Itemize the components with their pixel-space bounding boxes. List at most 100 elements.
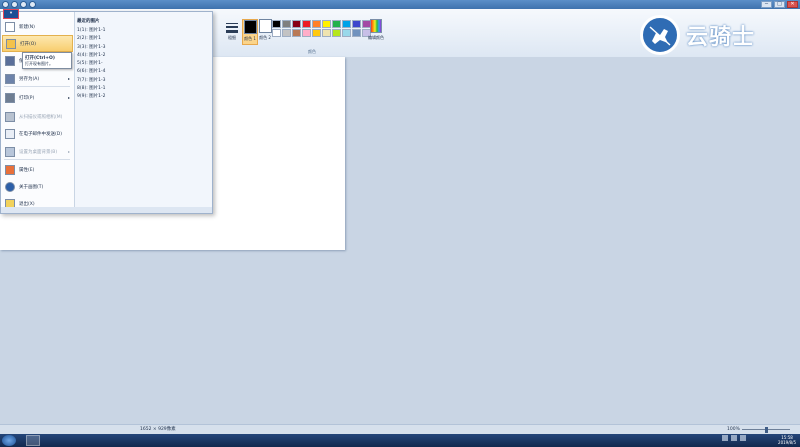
printer-icon bbox=[5, 92, 15, 103]
menu-item-label: 退出(X) bbox=[19, 201, 35, 207]
palette-swatch[interactable] bbox=[292, 20, 301, 28]
menu-item-label: 另存为(A) bbox=[19, 76, 40, 82]
redo-icon[interactable] bbox=[29, 1, 36, 8]
menu-item-label: 在电子邮件中发送(D) bbox=[19, 131, 62, 137]
palette-swatch[interactable] bbox=[352, 29, 361, 37]
taskbar: 15:58 2019/8/5 bbox=[0, 434, 800, 447]
quick-access-toolbar bbox=[2, 1, 36, 8]
save-as-icon bbox=[5, 73, 15, 84]
menu-separator bbox=[4, 86, 70, 87]
palette-swatch[interactable] bbox=[272, 20, 281, 28]
new-file-icon bbox=[5, 21, 15, 32]
palette-swatch[interactable] bbox=[302, 29, 311, 37]
palette-swatch[interactable] bbox=[282, 29, 291, 37]
color1-swatch bbox=[243, 20, 257, 34]
submenu-arrow-icon: ▸ bbox=[67, 95, 70, 100]
recent-item[interactable]: 2(2): 图片1 bbox=[77, 35, 106, 43]
recent-pictures: 最近的图片 1(1): 图片1-1 2(2): 图片1 3(3): 图片1-3 4(4… bbox=[77, 18, 106, 102]
menu-item-save-as[interactable]: 另存为(A) ▸ bbox=[2, 70, 73, 87]
clock[interactable]: 15:58 2019/8/5 bbox=[778, 435, 796, 445]
palette-swatch[interactable] bbox=[302, 20, 311, 28]
palette-swatch[interactable] bbox=[342, 29, 351, 37]
checkmark-icon bbox=[5, 164, 15, 175]
open-folder-icon bbox=[6, 38, 16, 49]
info-icon bbox=[5, 181, 15, 192]
save-quick-icon[interactable] bbox=[11, 1, 18, 8]
edit-colors-icon bbox=[370, 19, 382, 33]
palette-swatch[interactable] bbox=[292, 29, 301, 37]
volume-icon[interactable] bbox=[740, 435, 746, 441]
title-bar: ─ □ ✕ bbox=[0, 0, 800, 9]
menu-item-label: 打开(O) bbox=[20, 41, 37, 47]
network-icon[interactable] bbox=[731, 435, 737, 441]
color1-label: 颜色 1 bbox=[244, 36, 256, 41]
desktop-icon bbox=[5, 146, 15, 157]
color-palette bbox=[272, 20, 371, 37]
file-menu: 新建(N)打开(O)保存(S)另存为(A)▸打印(P)▸从扫描仪或照相机(M)在… bbox=[0, 11, 213, 214]
undo-icon[interactable] bbox=[20, 1, 27, 8]
palette-swatch[interactable] bbox=[322, 20, 331, 28]
flag-icon[interactable] bbox=[722, 435, 728, 441]
palette-swatch[interactable] bbox=[272, 29, 281, 37]
recent-item[interactable]: 1(1): 图片1-1 bbox=[77, 27, 106, 35]
taskbar-paint-button[interactable] bbox=[26, 435, 40, 446]
app-icon[interactable] bbox=[2, 1, 9, 8]
menu-item-label: 关于画图(T) bbox=[19, 184, 44, 190]
zoom-slider-thumb[interactable] bbox=[765, 427, 768, 433]
recent-item[interactable]: 9(9): 图片1-2 bbox=[77, 93, 106, 101]
thickness-button[interactable]: 粗细 bbox=[224, 21, 240, 41]
edit-colors-button[interactable]: 编辑颜色 bbox=[364, 19, 388, 41]
menu-separator bbox=[4, 159, 70, 160]
window-controls: ─ □ ✕ bbox=[761, 1, 798, 8]
logo-text: 云骑士 bbox=[686, 25, 756, 50]
menu-item-label: 新建(N) bbox=[19, 24, 35, 30]
palette-swatch[interactable] bbox=[322, 29, 331, 37]
palette-swatch[interactable] bbox=[352, 20, 361, 28]
recent-item[interactable]: 5(5): 图片1- bbox=[77, 60, 106, 68]
knight-logo-icon bbox=[640, 15, 680, 55]
recent-item[interactable]: 6(6): 图片1-4 bbox=[77, 68, 106, 76]
menu-item-scanner[interactable]: 从扫描仪或照相机(M) bbox=[2, 108, 73, 125]
color2-label: 颜色 2 bbox=[259, 35, 271, 40]
file-menu-commands: 新建(N)打开(O)保存(S)另存为(A)▸打印(P)▸从扫描仪或照相机(M)在… bbox=[1, 12, 75, 209]
menu-item-email[interactable]: 在电子邮件中发送(D) bbox=[2, 125, 73, 142]
minimize-button[interactable]: ─ bbox=[761, 1, 772, 8]
menu-item-open-folder[interactable]: 打开(O) bbox=[2, 35, 73, 52]
menu-item-desktop[interactable]: 设置为桌面背景(B) ▸ bbox=[2, 143, 73, 160]
close-button[interactable]: ✕ bbox=[787, 1, 798, 8]
palette-swatch[interactable] bbox=[342, 20, 351, 28]
recent-item[interactable]: 3(3): 图片1-3 bbox=[77, 44, 106, 52]
palette-swatch[interactable] bbox=[332, 29, 341, 37]
thickness-icon bbox=[224, 23, 240, 33]
menu-item-label: 设置为桌面背景(B) bbox=[19, 149, 58, 155]
menu-item-info[interactable]: 关于画图(T) bbox=[2, 178, 73, 195]
color1-button[interactable]: 颜色 1 bbox=[242, 19, 258, 45]
recent-item[interactable]: 4(4): 图片1-2 bbox=[77, 52, 106, 60]
color2-button[interactable]: 颜色 2 bbox=[258, 19, 272, 41]
open-tooltip: 打开(Ctrl+O) 打开现有图片。 bbox=[22, 52, 72, 69]
system-tray bbox=[722, 435, 746, 441]
maximize-button[interactable]: □ bbox=[774, 1, 785, 8]
palette-swatch[interactable] bbox=[312, 20, 321, 28]
palette-swatch[interactable] bbox=[332, 20, 341, 28]
menu-footer bbox=[1, 207, 212, 213]
recent-item[interactable]: 8(8): 图片1-1 bbox=[77, 85, 106, 93]
edit-colors-label: 编辑颜色 bbox=[368, 35, 384, 40]
thickness-label: 粗细 bbox=[228, 35, 236, 40]
clock-date: 2019/8/5 bbox=[778, 440, 796, 445]
recent-item[interactable]: 7(7): 图片1-3 bbox=[77, 77, 106, 85]
recent-title: 最近的图片 bbox=[77, 19, 100, 24]
scanner-icon bbox=[5, 111, 15, 122]
watermark-logo: 云骑士 bbox=[640, 15, 755, 55]
save-icon bbox=[5, 55, 15, 66]
palette-swatch[interactable] bbox=[312, 29, 321, 37]
palette-swatch[interactable] bbox=[282, 20, 291, 28]
menu-item-checkmark[interactable]: 属性(E) bbox=[2, 161, 73, 178]
tooltip-body: 打开现有图片。 bbox=[25, 61, 53, 66]
submenu-arrow-icon: ▸ bbox=[67, 76, 70, 81]
menu-item-new-file[interactable]: 新建(N) bbox=[2, 18, 73, 35]
paint-menu-button[interactable]: ▾ bbox=[3, 9, 19, 19]
start-button[interactable] bbox=[2, 435, 16, 446]
submenu-arrow-icon: ▸ bbox=[67, 149, 70, 154]
menu-item-printer[interactable]: 打印(P) ▸ bbox=[2, 89, 73, 106]
